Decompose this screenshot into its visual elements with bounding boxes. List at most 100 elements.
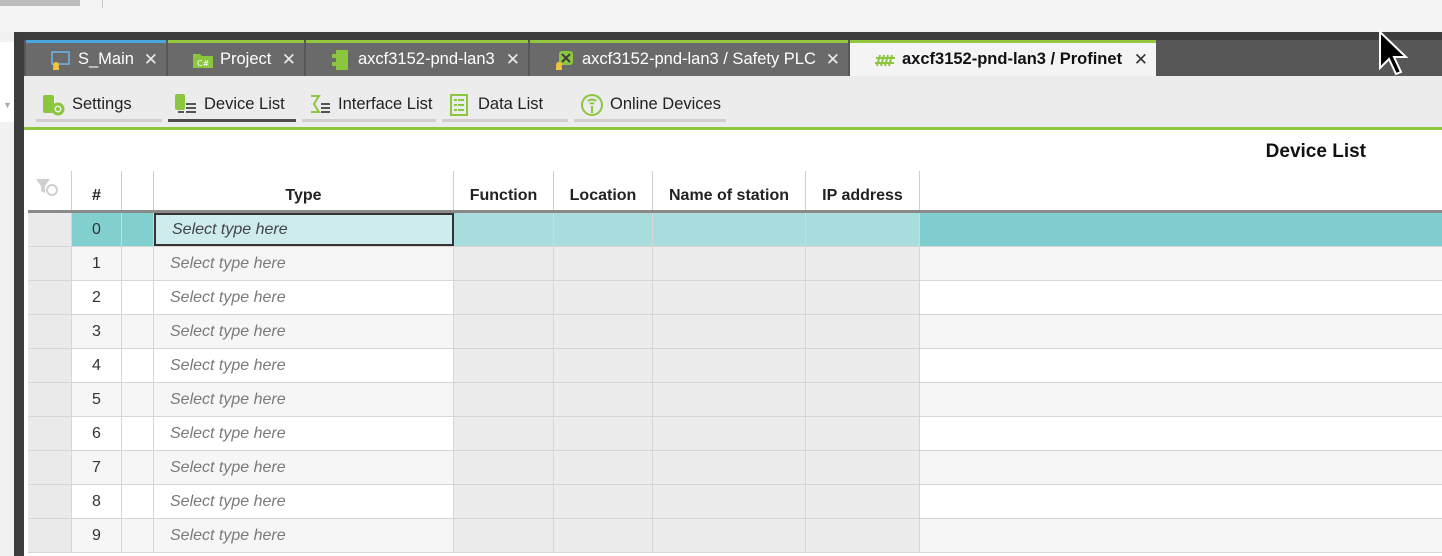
function-cell[interactable] (454, 417, 554, 450)
row-selector[interactable] (28, 247, 72, 280)
tab-axcf3152[interactable]: axcf3152-pnd-lan3 ✕ (306, 40, 528, 76)
location-cell[interactable] (554, 519, 653, 552)
location-cell[interactable] (554, 213, 653, 246)
location-cell[interactable] (554, 349, 653, 382)
ip-address-cell[interactable] (806, 383, 920, 416)
ip-address-cell[interactable] (806, 519, 920, 552)
row-selector[interactable] (28, 349, 72, 382)
chevron-down-icon[interactable]: ▼ (3, 100, 12, 110)
tab-profinet[interactable]: axcf3152-pnd-lan3 / Profinet ✕ (850, 40, 1156, 76)
type-cell[interactable]: Select type here (154, 247, 454, 280)
screen-user-icon (50, 50, 72, 70)
subtab-data-list[interactable]: Data List (442, 90, 568, 122)
function-cell[interactable] (454, 247, 554, 280)
filter-reset-icon[interactable] (28, 171, 72, 210)
column-header-function[interactable]: Function (454, 171, 554, 210)
type-cell[interactable]: Select type here (154, 519, 454, 552)
location-cell[interactable] (554, 247, 653, 280)
subtab-device-list[interactable]: Device List (168, 90, 296, 122)
row-selector[interactable] (28, 383, 72, 416)
type-cell[interactable]: Select type here (154, 451, 454, 484)
function-cell[interactable] (454, 315, 554, 348)
function-cell[interactable] (454, 281, 554, 314)
column-header-name-of-station[interactable]: Name of station (653, 171, 806, 210)
name-of-station-cell[interactable] (653, 315, 806, 348)
function-cell[interactable] (454, 383, 554, 416)
location-cell[interactable] (554, 417, 653, 450)
row-selector[interactable] (28, 315, 72, 348)
subtab-label: Settings (72, 95, 132, 113)
type-cell[interactable]: Select type here (154, 349, 454, 382)
type-cell[interactable]: Select type here (154, 417, 454, 450)
function-cell[interactable] (454, 519, 554, 552)
tab-s-main[interactable]: S_Main ✕ (26, 40, 166, 76)
location-cell[interactable] (554, 451, 653, 484)
row-selector[interactable] (28, 281, 72, 314)
function-cell[interactable] (454, 451, 554, 484)
table-row[interactable]: 5 Select type here (28, 383, 1442, 417)
ip-address-cell[interactable] (806, 485, 920, 518)
close-icon[interactable]: ✕ (506, 50, 520, 70)
name-of-station-cell[interactable] (653, 519, 806, 552)
location-cell[interactable] (554, 315, 653, 348)
row-number: 9 (72, 519, 122, 552)
name-of-station-cell[interactable] (653, 383, 806, 416)
close-icon[interactable]: ✕ (144, 50, 158, 70)
table-row[interactable]: 0 Select type here (28, 213, 1442, 247)
name-of-station-cell[interactable] (653, 349, 806, 382)
table-row[interactable]: 3 Select type here (28, 315, 1442, 349)
subtab-interface-list[interactable]: Interface List (302, 90, 436, 122)
table-row[interactable]: 1 Select type here (28, 247, 1442, 281)
row-selector[interactable] (28, 213, 72, 246)
row-selector[interactable] (28, 451, 72, 484)
table-row[interactable]: 2 Select type here (28, 281, 1442, 315)
type-cell[interactable]: Select type here (154, 213, 454, 246)
row-selector[interactable] (28, 485, 72, 518)
subtab-label: Device List (204, 95, 285, 113)
ip-address-cell[interactable] (806, 349, 920, 382)
ip-address-cell[interactable] (806, 417, 920, 450)
function-cell[interactable] (454, 213, 554, 246)
table-row[interactable]: 9 Select type here (28, 519, 1442, 553)
table-row[interactable]: 8 Select type here (28, 485, 1442, 519)
row-selector[interactable] (28, 519, 72, 552)
subtab-online-devices[interactable]: Online Devices (574, 90, 726, 122)
location-cell[interactable] (554, 383, 653, 416)
row-selector[interactable] (28, 417, 72, 450)
toolbar-separator (102, 0, 103, 8)
ip-address-cell[interactable] (806, 315, 920, 348)
name-of-station-cell[interactable] (653, 485, 806, 518)
location-cell[interactable] (554, 281, 653, 314)
table-row[interactable]: 6 Select type here (28, 417, 1442, 451)
subtab-settings[interactable]: Settings (36, 90, 162, 122)
name-of-station-cell[interactable] (653, 213, 806, 246)
type-cell[interactable]: Select type here (154, 281, 454, 314)
column-header-ip-address[interactable]: IP address (806, 171, 920, 210)
close-icon[interactable]: ✕ (1134, 50, 1148, 70)
tab-project[interactable]: C# Project ✕ (168, 40, 304, 76)
table-row[interactable]: 4 Select type here (28, 349, 1442, 383)
type-cell[interactable]: Select type here (154, 383, 454, 416)
device-list-icon (174, 93, 198, 117)
type-cell[interactable]: Select type here (154, 315, 454, 348)
close-icon[interactable]: ✕ (282, 50, 296, 70)
name-of-station-cell[interactable] (653, 417, 806, 450)
ip-address-cell[interactable] (806, 451, 920, 484)
location-cell[interactable] (554, 485, 653, 518)
column-header-type[interactable]: Type (154, 171, 454, 210)
panel-splitter[interactable] (14, 32, 24, 556)
column-header-location[interactable]: Location (554, 171, 653, 210)
ip-address-cell[interactable] (806, 281, 920, 314)
ip-address-cell[interactable] (806, 247, 920, 280)
table-row[interactable]: 7 Select type here (28, 451, 1442, 485)
name-of-station-cell[interactable] (653, 451, 806, 484)
name-of-station-cell[interactable] (653, 281, 806, 314)
tab-safety-plc[interactable]: axcf3152-pnd-lan3 / Safety PLC ✕ (530, 40, 848, 76)
name-of-station-cell[interactable] (653, 247, 806, 280)
column-header-num[interactable]: # (72, 171, 122, 210)
close-icon[interactable]: ✕ (826, 50, 840, 70)
function-cell[interactable] (454, 349, 554, 382)
ip-address-cell[interactable] (806, 213, 920, 246)
function-cell[interactable] (454, 485, 554, 518)
type-cell[interactable]: Select type here (154, 485, 454, 518)
